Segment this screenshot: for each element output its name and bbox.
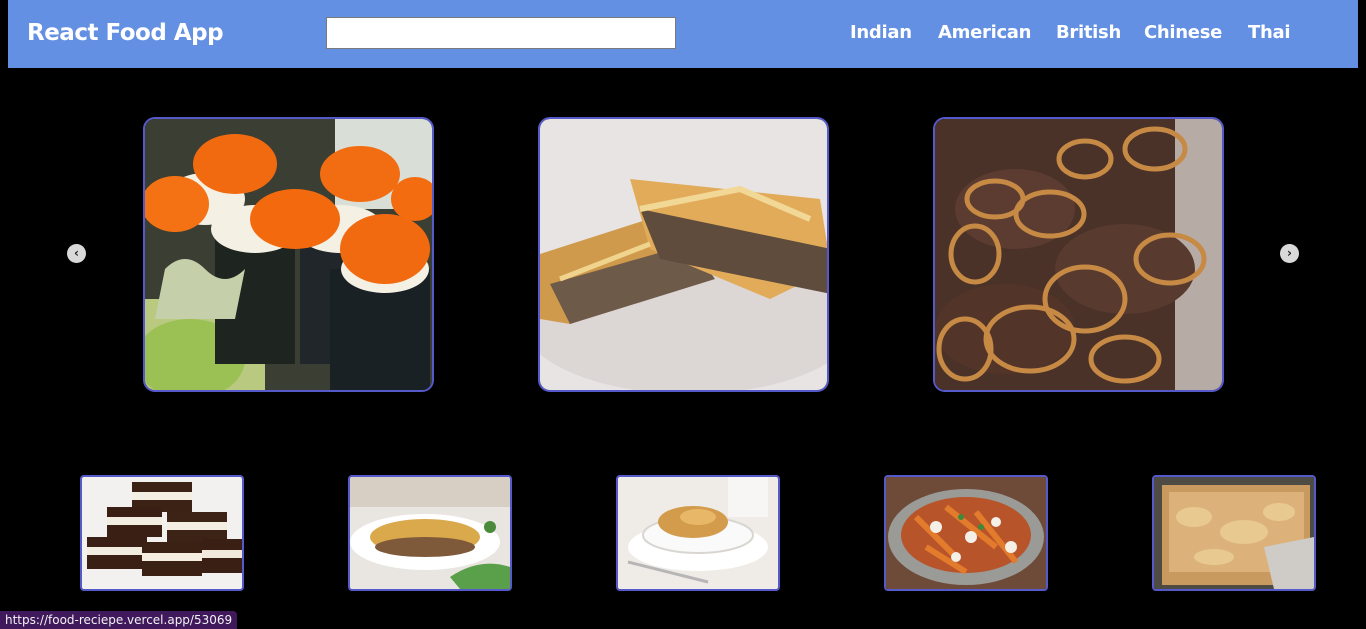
carousel-prev-button[interactable]: ‹ xyxy=(67,244,86,263)
navbar: React Food App Indian American British C… xyxy=(8,0,1358,68)
nav-link-thai[interactable]: Thai xyxy=(1248,22,1291,43)
carousel-slide-beef-onions[interactable] xyxy=(933,117,1224,392)
recipe-thumbnail[interactable] xyxy=(1152,475,1316,591)
carousel-next-button[interactable]: › xyxy=(1280,244,1299,263)
chevron-right-icon: › xyxy=(1287,246,1292,260)
nav-link-indian[interactable]: Indian xyxy=(850,22,912,43)
bread-pudding-bowl-photo xyxy=(618,477,778,589)
recipe-thumbnail[interactable] xyxy=(884,475,1048,591)
recipe-thumbnail[interactable] xyxy=(80,475,244,591)
recipe-thumbnail[interactable] xyxy=(348,475,512,591)
chevron-left-icon: ‹ xyxy=(74,246,79,260)
baked-casserole-photo xyxy=(1154,477,1314,589)
recipe-carousel: ‹ › xyxy=(0,68,1366,448)
carousel-slide-sushi[interactable] xyxy=(143,117,434,392)
beef-with-onions-photo xyxy=(935,119,1222,390)
nav-link-chinese[interactable]: Chinese xyxy=(1144,22,1222,43)
meat-pie-photo xyxy=(540,119,827,390)
nav-link-american[interactable]: American xyxy=(938,22,1031,43)
nav-link-british[interactable]: British xyxy=(1056,22,1121,43)
carousel-slide-meat-pie[interactable] xyxy=(538,117,829,392)
cuisine-nav: Indian American British Chinese Thai xyxy=(8,22,1358,46)
status-bar-url: https://food-reciepe.vercel.app/53069 xyxy=(0,611,238,629)
recipe-thumbnail[interactable] xyxy=(616,475,780,591)
lasagna-plate-photo xyxy=(350,477,510,589)
layered-chocolate-bars-photo xyxy=(82,477,242,589)
poutine-fries-photo xyxy=(886,477,1046,589)
sushi-rolls-with-roe-photo xyxy=(145,119,432,390)
